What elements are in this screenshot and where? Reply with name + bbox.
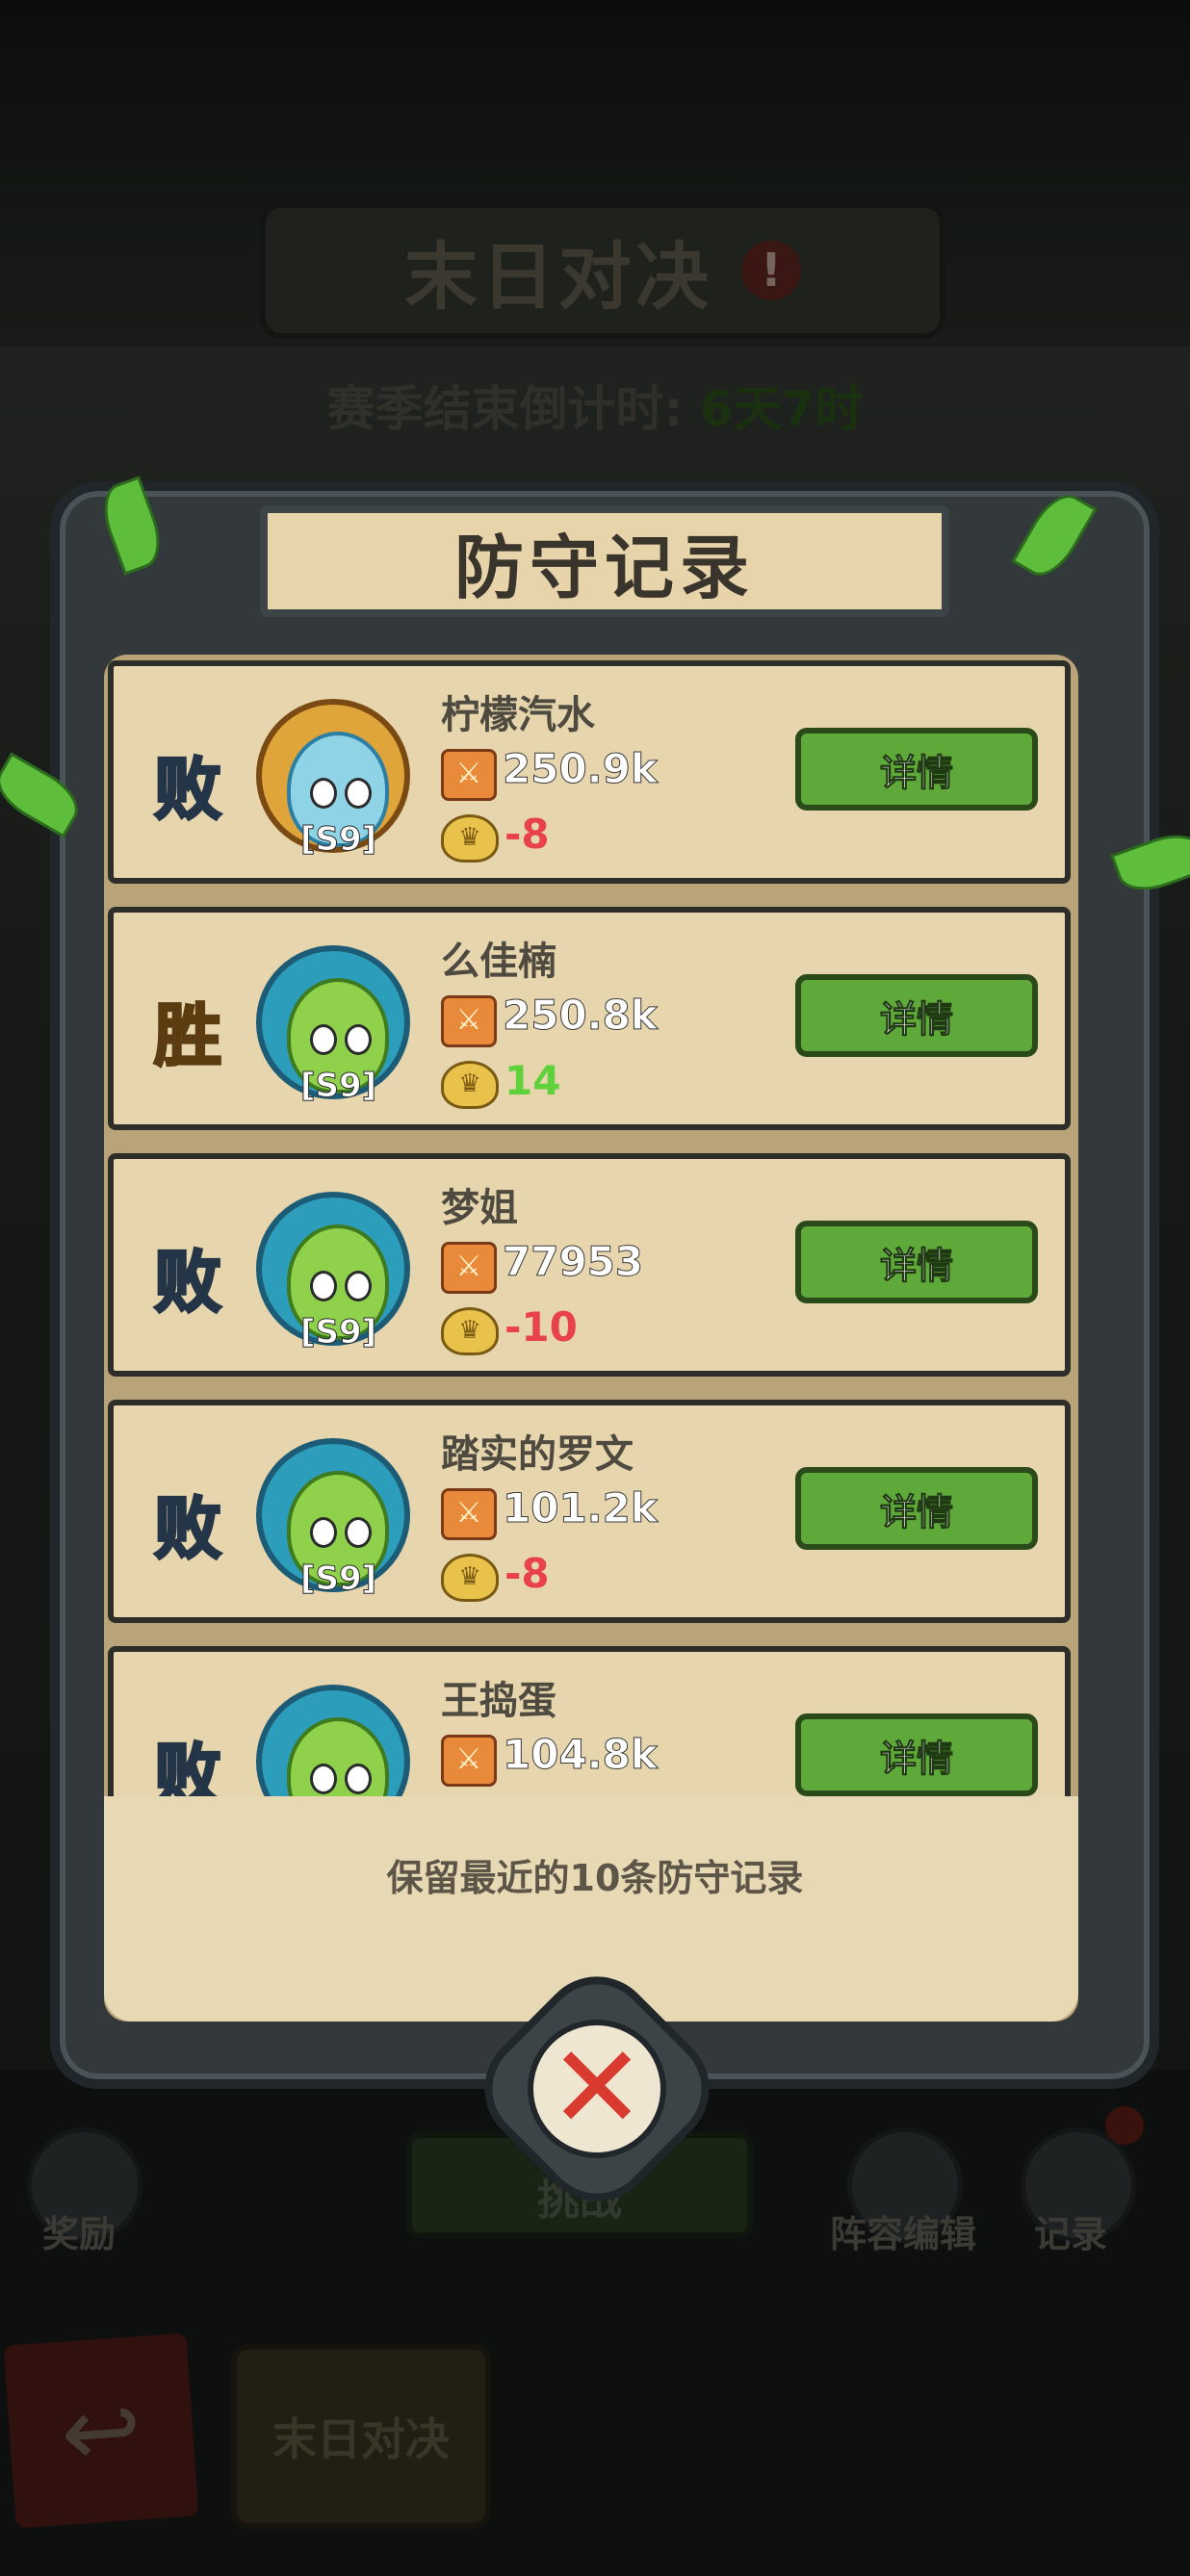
player-name: 王捣蛋 <box>441 1679 556 1723</box>
details-button[interactable]: 详情 <box>795 1713 1038 1796</box>
trophy-icon: ♛ <box>441 1061 499 1109</box>
player-avatar[interactable] <box>256 1685 410 1796</box>
record-list[interactable]: 败 [S9] 柠檬汽水 ⚔ 250.9k ♛ -8 详情 胜 [S9] 么佳楠 … <box>104 655 1078 1796</box>
details-button[interactable]: 详情 <box>795 1467 1038 1550</box>
trophy-delta: -10 <box>504 1303 578 1351</box>
power-value: 250.9k <box>503 745 659 793</box>
player-name: 梦姐 <box>441 1186 518 1230</box>
trophy-delta: -8 <box>504 1550 550 1597</box>
details-button[interactable]: 详情 <box>795 1221 1038 1303</box>
result-label: 败 <box>153 1488 223 1570</box>
record-row: 败 [S9] 踏实的罗文 ⚔ 101.2k ♛ -8 详情 <box>108 1400 1071 1623</box>
power-icon: ⚔ <box>441 1242 497 1294</box>
result-label: 败 <box>153 1242 223 1324</box>
player-name: 么佳楠 <box>441 940 556 984</box>
power-value: 101.2k <box>503 1484 659 1533</box>
result-label: 胜 <box>153 995 223 1077</box>
record-row: 败 [S9] 梦姐 ⚔ 77953 ♛ -10 详情 <box>108 1153 1071 1377</box>
power-icon: ⚔ <box>441 1735 497 1787</box>
result-label: 败 <box>153 1735 223 1797</box>
player-name: 踏实的罗文 <box>441 1432 634 1477</box>
details-button[interactable]: 详情 <box>795 974 1038 1057</box>
details-button[interactable]: 详情 <box>795 728 1038 811</box>
power-value: 104.8k <box>503 1731 659 1779</box>
season-tag: [S9] <box>299 1313 377 1352</box>
record-row: 败 王捣蛋 ⚔ 104.8k 详情 <box>108 1646 1071 1796</box>
power-value: 250.8k <box>503 992 659 1040</box>
season-tag: [S9] <box>299 820 377 860</box>
trophy-delta: -8 <box>504 811 550 858</box>
season-tag: [S9] <box>299 1067 377 1106</box>
season-tag: [S9] <box>299 1559 377 1599</box>
power-icon: ⚔ <box>441 995 497 1047</box>
green-sprout-icon <box>287 1717 389 1796</box>
modal-title: 防守记录 <box>260 505 949 617</box>
power-value: 77953 <box>502 1238 644 1286</box>
footer-note: 保留最近的10条防守记录 <box>386 1857 804 1899</box>
trophy-icon: ♛ <box>441 1307 499 1355</box>
trophy-icon: ♛ <box>441 814 499 863</box>
trophy-delta: 14 <box>504 1057 561 1104</box>
record-row: 胜 [S9] 么佳楠 ⚔ 250.8k ♛ 14 详情 <box>108 907 1071 1130</box>
close-icon[interactable]: ✕ <box>528 2020 666 2158</box>
player-name: 柠檬汽水 <box>441 693 595 737</box>
power-icon: ⚔ <box>441 749 497 801</box>
result-label: 败 <box>153 749 223 831</box>
trophy-icon: ♛ <box>441 1554 499 1602</box>
power-icon: ⚔ <box>441 1488 497 1540</box>
record-row: 败 [S9] 柠檬汽水 ⚔ 250.9k ♛ -8 详情 <box>108 660 1071 884</box>
